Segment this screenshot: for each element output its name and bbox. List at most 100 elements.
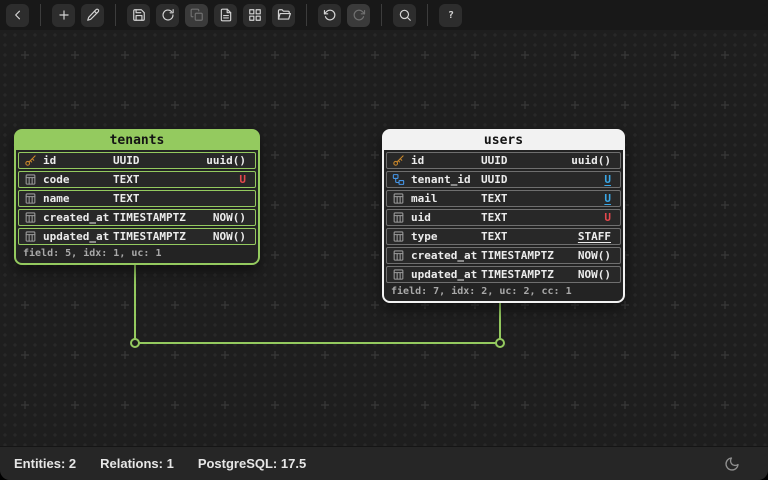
toolbar-separator <box>40 4 41 26</box>
status-relations-count: Relations: 1 <box>100 456 174 471</box>
entity-tenants[interactable]: tenants id UUID uuid() code TEXT Uname TEXT cre… <box>14 129 260 265</box>
field-name: created_at <box>43 211 110 224</box>
field-type: UUID <box>481 154 508 167</box>
toolbar-reload-button[interactable] <box>156 3 179 27</box>
svg-text:?: ? <box>448 10 454 21</box>
field-type: UUID <box>481 173 508 186</box>
column-icon <box>24 230 37 243</box>
toolbar-back-button[interactable] <box>6 3 29 27</box>
refresh-icon <box>162 9 174 21</box>
field-row-created_at[interactable]: created_at TIMESTAMPTZ NOW() <box>386 247 621 264</box>
field-row-updated_at[interactable]: updated_at TIMESTAMPTZ NOW() <box>18 228 256 245</box>
field-attribute: uuid() <box>571 154 611 167</box>
column-icon <box>24 173 37 186</box>
entity-tenants-footer: field: 5, idx: 1, uc: 1 <box>23 248 162 259</box>
toolbar-search-button[interactable] <box>393 3 416 27</box>
entity-users[interactable]: users id UUID uuid() tenant_id UUID Umail TEXT… <box>382 129 625 303</box>
key-icon <box>24 154 37 167</box>
document-icon <box>220 8 231 22</box>
field-type: TIMESTAMPTZ <box>481 268 554 281</box>
field-type: TEXT <box>481 192 508 205</box>
field-name: id <box>411 154 425 167</box>
column-icon <box>392 192 405 205</box>
field-row-id[interactable]: id UUID uuid() <box>18 152 256 169</box>
field-name: tenant_id <box>411 173 471 186</box>
save-icon <box>132 9 145 21</box>
field-name: id <box>43 154 57 167</box>
status-engine-version: PostgreSQL: 17.5 <box>197 456 307 471</box>
field-name: mail <box>411 192 438 205</box>
question-icon: ? <box>448 10 454 21</box>
field-type: TEXT <box>481 230 508 243</box>
field-row-updated_at[interactable]: updated_at TIMESTAMPTZ NOW() <box>386 266 621 283</box>
app-window: ? tenants id UUID uuid() code TEXT U nam… <box>0 0 768 480</box>
status-entities-count: Entities: 2 <box>14 456 77 471</box>
field-attribute: U <box>604 173 611 186</box>
status-bar: Entities: 2 Relations: 1 PostgreSQL: 17.… <box>0 446 768 480</box>
column-icon <box>393 250 404 261</box>
field-attribute: NOW() <box>212 211 246 224</box>
column-icon <box>392 249 405 262</box>
toolbar-separator <box>115 4 116 26</box>
field-name: updated_at <box>411 268 478 281</box>
search-icon <box>399 9 411 21</box>
moon-icon <box>725 456 739 471</box>
field-row-type[interactable]: type TEXT STAFF <box>386 228 621 245</box>
column-icon <box>393 269 404 280</box>
field-name: type <box>411 230 438 243</box>
field-attribute: NOW() <box>212 230 246 243</box>
toolbar-separator <box>306 4 307 26</box>
field-row-code[interactable]: code TEXT U <box>18 171 256 188</box>
toolbar-export-document-button[interactable] <box>214 3 237 27</box>
field-row-name[interactable]: name TEXT <box>18 190 256 207</box>
toolbar-add-table-button[interactable] <box>52 3 75 27</box>
field-type: TEXT <box>481 211 508 224</box>
toolbar-help-button[interactable]: ? <box>439 3 462 27</box>
key-icon <box>392 154 405 167</box>
chevron-left-icon <box>14 10 20 20</box>
field-attribute: U <box>239 173 246 186</box>
field-name: name <box>43 192 70 205</box>
grid-icon <box>248 9 261 21</box>
diagram-canvas[interactable]: tenants id UUID uuid() code TEXT Uname TEXT cre… <box>0 30 768 447</box>
relation-corner-handle[interactable] <box>130 338 140 348</box>
toolbar-open-project-button[interactable] <box>272 3 295 27</box>
toolbar-redo-button <box>347 3 370 27</box>
column-icon <box>392 268 405 281</box>
entity-users-header[interactable]: users <box>384 131 623 150</box>
field-row-mail[interactable]: mail TEXT U <box>386 190 621 207</box>
toolbar-save-button[interactable] <box>127 3 150 27</box>
column-icon <box>393 231 404 242</box>
field-row-tenant_id[interactable]: tenant_id UUID U <box>386 171 621 188</box>
field-name: uid <box>411 211 431 224</box>
field-row-id[interactable]: id UUID uuid() <box>386 152 621 169</box>
field-type: TIMESTAMPTZ <box>481 249 554 262</box>
toolbar-edit-button[interactable] <box>81 3 104 27</box>
column-icon <box>25 193 36 204</box>
column-icon <box>25 174 36 185</box>
field-type: TIMESTAMPTZ <box>113 230 186 243</box>
entity-tenants-header[interactable]: tenants <box>16 131 258 150</box>
entity-users-footer: field: 7, idx: 2, uc: 2, cc: 1 <box>391 286 572 297</box>
field-attribute: STAFF <box>577 230 611 243</box>
dark-mode-toggle[interactable] <box>724 456 740 472</box>
plus-icon <box>58 10 69 20</box>
field-name: created_at <box>411 249 478 262</box>
toolbar-copy-button <box>185 3 208 27</box>
field-name: code <box>43 173 70 186</box>
foreign-key-icon <box>392 174 405 185</box>
field-attribute: NOW() <box>577 268 611 281</box>
toolbar-auto-layout-button[interactable] <box>243 3 266 27</box>
field-type: TEXT <box>113 173 140 186</box>
field-attribute: uuid() <box>206 154 246 167</box>
field-row-created_at[interactable]: created_at TIMESTAMPTZ NOW() <box>18 209 256 226</box>
entity-users-rows: id UUID uuid() tenant_id UUID Umail TEXT Uuid TE… <box>384 150 623 283</box>
field-row-uid[interactable]: uid TEXT U <box>386 209 621 226</box>
relation-corner-handle[interactable] <box>495 338 505 348</box>
toolbar-undo-button[interactable] <box>318 3 341 27</box>
field-type: TEXT <box>113 192 140 205</box>
column-icon <box>25 212 36 223</box>
field-attribute: U <box>604 211 611 224</box>
field-type: TIMESTAMPTZ <box>113 211 186 224</box>
column-icon <box>392 230 405 243</box>
